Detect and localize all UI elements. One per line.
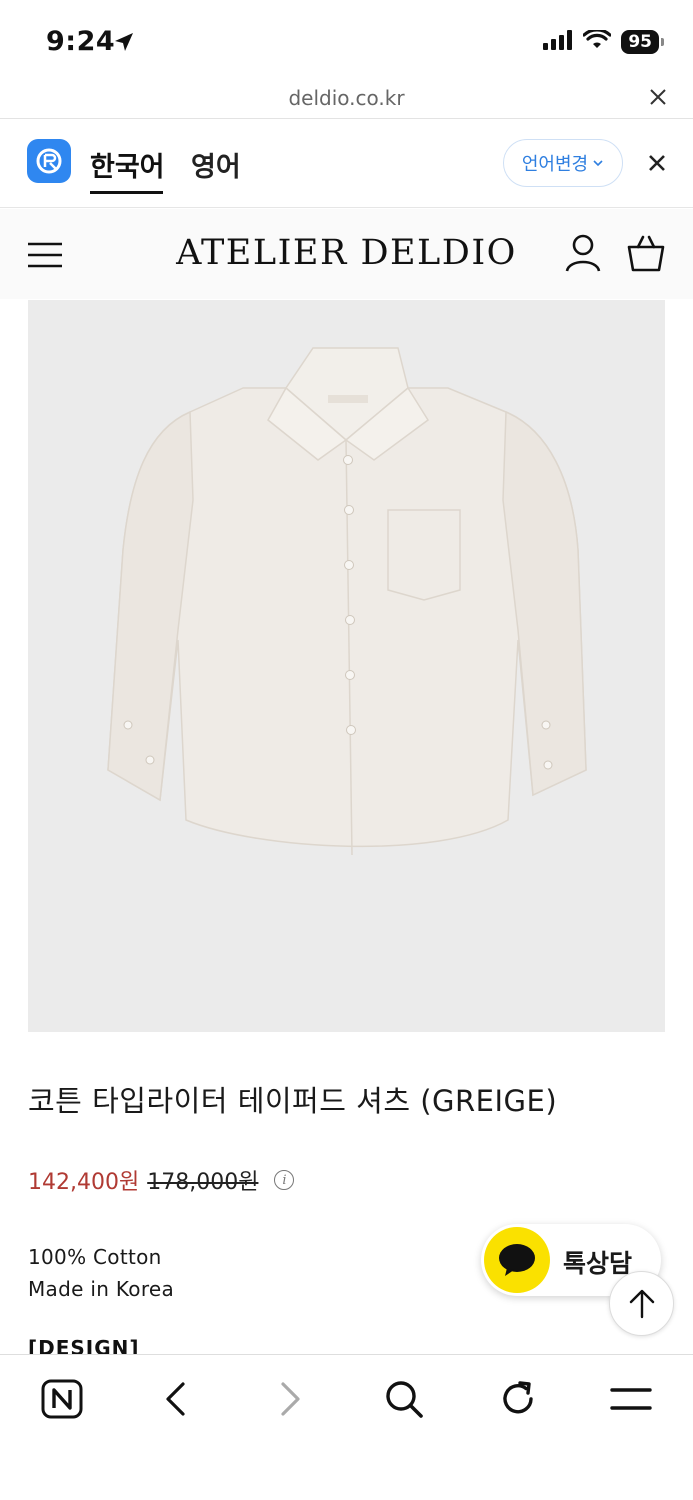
tab-korean[interactable]: 한국어 — [90, 145, 165, 184]
talk-label: 톡상담 — [563, 1249, 633, 1278]
tab-english[interactable]: 영어 — [191, 145, 241, 184]
battery-icon: 95 — [621, 30, 664, 54]
sale-price: 142,400원 — [28, 1170, 140, 1195]
translate-bar: 한국어 영어 언어변경 — [0, 119, 693, 208]
papago-logo-icon[interactable] — [27, 139, 71, 183]
url-text[interactable]: deldio.co.kr — [0, 86, 693, 110]
bottom-toolbar — [0, 1354, 693, 1500]
status-icons: 95 — [543, 28, 664, 54]
wifi-icon — [582, 28, 612, 54]
product-title: 코튼 타입라이터 테이퍼드 셔츠 (GREIGE) — [28, 1084, 558, 1118]
account-icon[interactable] — [565, 234, 601, 276]
change-language-button[interactable]: 언어변경 — [503, 139, 623, 187]
naver-icon[interactable] — [38, 1375, 86, 1423]
menu-icon[interactable] — [607, 1375, 655, 1423]
design-section-label: [DESIGN] — [28, 1336, 140, 1354]
chat-bubble-icon — [484, 1227, 550, 1293]
chevron-down-icon — [593, 160, 603, 167]
refresh-icon[interactable] — [494, 1375, 542, 1423]
origin-text: Made in Korea — [28, 1277, 175, 1301]
material-text: 100% Cotton — [28, 1245, 162, 1269]
scroll-top-button[interactable] — [609, 1271, 674, 1336]
close-icon[interactable] — [649, 88, 667, 110]
active-tab-indicator — [90, 191, 163, 194]
price-row: 142,400원 178,000원 i — [28, 1164, 295, 1196]
change-language-label: 언어변경 — [521, 154, 589, 175]
product-description: 100% Cotton Made in Korea — [28, 1241, 174, 1305]
close-translate-icon[interactable] — [647, 153, 667, 177]
info-icon[interactable]: i — [274, 1170, 295, 1190]
search-icon[interactable] — [380, 1375, 428, 1423]
site-header: ATELIER DELDIO — [0, 209, 693, 299]
location-arrow-icon — [113, 31, 135, 57]
cart-icon[interactable] — [627, 234, 665, 276]
back-icon[interactable] — [152, 1375, 200, 1423]
signal-icon — [543, 30, 573, 54]
forward-icon[interactable] — [266, 1375, 314, 1423]
url-bar[interactable]: deldio.co.kr — [0, 84, 693, 118]
status-time: 9:24 — [46, 26, 116, 57]
product-image[interactable] — [28, 300, 665, 1032]
original-price: 178,000원 — [147, 1170, 259, 1195]
status-bar: 9:24 95 — [0, 0, 693, 84]
arrow-up-icon — [629, 1289, 654, 1318]
